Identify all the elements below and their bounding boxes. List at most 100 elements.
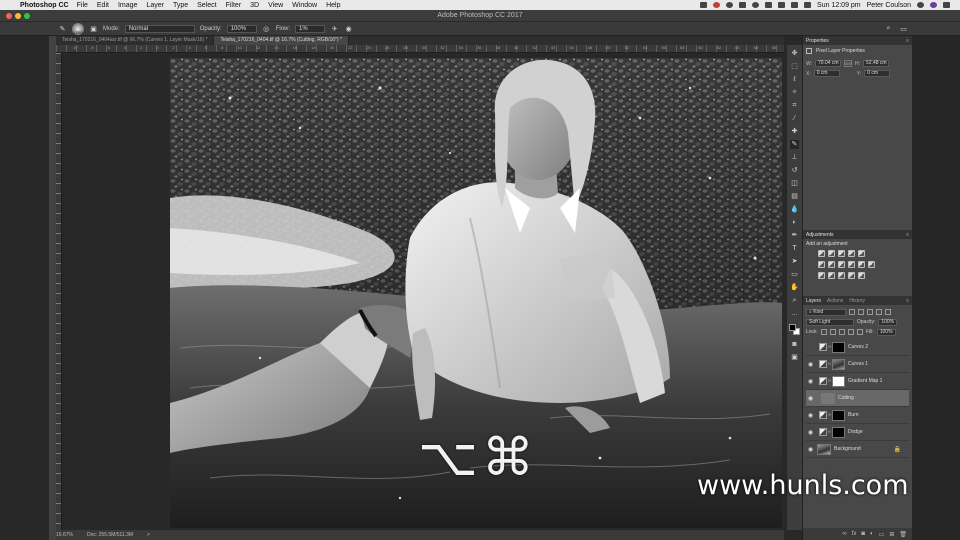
layer-mask-thumb[interactable] bbox=[832, 375, 845, 387]
eye-icon[interactable]: ◉ bbox=[806, 412, 815, 419]
color-balance-icon[interactable] bbox=[828, 261, 835, 268]
threshold-icon[interactable] bbox=[838, 272, 845, 279]
eyedropper-tool-icon[interactable]: ⁄ bbox=[790, 114, 799, 123]
color-lookup-icon[interactable] bbox=[868, 261, 875, 268]
width-field[interactable]: 70.04 cm bbox=[815, 60, 842, 67]
dropbox-icon[interactable] bbox=[739, 2, 747, 8]
layer-opacity-field[interactable]: 100% bbox=[878, 318, 898, 326]
time-machine-icon[interactable] bbox=[752, 2, 760, 8]
lock-image-icon[interactable] bbox=[829, 329, 836, 335]
curves-icon[interactable] bbox=[838, 250, 845, 257]
x-field[interactable]: 0 cm bbox=[813, 70, 840, 77]
menu-type[interactable]: Type bbox=[173, 2, 188, 9]
airbrush-icon[interactable]: ✈ bbox=[330, 24, 339, 33]
channel-mixer-icon[interactable] bbox=[858, 261, 865, 268]
background-thumb[interactable] bbox=[817, 443, 831, 455]
screen-icon[interactable] bbox=[700, 2, 708, 8]
layer-kind-filter[interactable]: ⌕ Kind bbox=[806, 308, 846, 316]
layer-name[interactable]: Burn bbox=[848, 412, 909, 418]
new-layer-icon[interactable]: ⊞ bbox=[889, 531, 894, 538]
photo-filter-icon[interactable] bbox=[848, 261, 855, 268]
fullscreen-window-button[interactable] bbox=[24, 12, 30, 19]
pressure-size-icon[interactable]: ◉ bbox=[344, 24, 353, 33]
record-icon[interactable] bbox=[713, 2, 721, 8]
more-tools-icon[interactable]: … bbox=[790, 309, 799, 318]
menu-image[interactable]: Image bbox=[118, 2, 137, 9]
layer-name[interactable]: Dodge bbox=[848, 429, 909, 435]
siri-icon[interactable] bbox=[930, 2, 937, 8]
type-tool-icon[interactable]: T bbox=[790, 244, 799, 253]
menu-edit[interactable]: Edit bbox=[97, 2, 109, 9]
minimize-window-button[interactable] bbox=[15, 12, 21, 19]
lock-icon[interactable]: 🔒 bbox=[894, 446, 909, 453]
selective-color-icon[interactable] bbox=[858, 272, 865, 279]
lasso-tool-icon[interactable]: ℓ bbox=[790, 75, 799, 84]
search-icon[interactable]: ⌕ bbox=[884, 24, 893, 33]
pressure-opacity-icon[interactable]: ◎ bbox=[262, 24, 271, 33]
lock-transparent-icon[interactable] bbox=[820, 329, 827, 335]
menu-layer[interactable]: Layer bbox=[146, 2, 164, 9]
flow-field[interactable]: 1% bbox=[295, 24, 326, 33]
layer-burn[interactable]: ◉ ∞ Burn bbox=[806, 407, 909, 424]
new-adjustment-icon[interactable]: ◐ bbox=[870, 531, 874, 537]
bluetooth-icon[interactable] bbox=[765, 2, 773, 8]
blur-tool-icon[interactable]: 💧 bbox=[790, 205, 799, 214]
gradient-tool-icon[interactable]: ▤ bbox=[790, 192, 799, 201]
spotlight-search-icon[interactable] bbox=[917, 2, 924, 8]
eraser-tool-icon[interactable]: ◫ bbox=[790, 179, 799, 188]
filter-pixel-icon[interactable] bbox=[849, 309, 855, 315]
blend-mode-select[interactable]: Soft Light bbox=[806, 318, 854, 326]
layer-mask-thumb[interactable] bbox=[832, 426, 845, 438]
menu-select[interactable]: Select bbox=[197, 2, 216, 9]
layer-name[interactable]: Curves 2 bbox=[848, 344, 909, 350]
shape-tool-icon[interactable]: ▭ bbox=[790, 270, 799, 279]
screen-mode-icon[interactable]: ▣ bbox=[790, 353, 799, 362]
tab-document-1[interactable]: Teisha_170216_0404acr.tif @ 66.7% (Curve… bbox=[56, 36, 215, 45]
menu-window[interactable]: Window bbox=[292, 2, 317, 9]
brush-tool-preset-icon[interactable]: ✎ bbox=[58, 24, 67, 33]
brush-tool-icon[interactable]: ✎ bbox=[790, 140, 799, 149]
lock-all-icon[interactable] bbox=[856, 329, 863, 335]
foreground-color-swatch[interactable] bbox=[788, 324, 796, 331]
brush-size-picker[interactable]: 1200 bbox=[72, 22, 84, 35]
layer-mask-thumb[interactable] bbox=[832, 358, 845, 370]
history-brush-tool-icon[interactable]: ↺ bbox=[790, 166, 799, 175]
invert-icon[interactable] bbox=[818, 272, 825, 279]
quick-mask-icon[interactable]: ◙ bbox=[790, 340, 799, 349]
tab-actions[interactable]: Actions bbox=[827, 298, 843, 304]
filter-type-icon[interactable] bbox=[867, 309, 873, 315]
black-white-icon[interactable] bbox=[838, 261, 845, 268]
menu-user[interactable]: Peter Coulson bbox=[867, 2, 911, 9]
path-select-tool-icon[interactable]: ➤ bbox=[790, 257, 799, 266]
app-menu[interactable]: Photoshop CC bbox=[20, 2, 69, 9]
status-menu-arrow[interactable]: > bbox=[147, 532, 150, 538]
add-mask-icon[interactable]: ◙ bbox=[861, 531, 865, 537]
layer-name[interactable]: Cutting bbox=[838, 395, 909, 401]
menu-filter[interactable]: Filter bbox=[226, 2, 242, 9]
volume-icon[interactable] bbox=[791, 2, 799, 8]
tab-history[interactable]: History bbox=[849, 298, 865, 304]
layer-cutting[interactable]: ◉ Cutting bbox=[806, 390, 909, 407]
zoom-level[interactable]: 16.67% bbox=[56, 532, 73, 538]
layer-name[interactable]: Background bbox=[834, 446, 894, 452]
mode-select[interactable]: Normal bbox=[124, 24, 195, 33]
layer-mask-thumb[interactable] bbox=[832, 341, 845, 353]
lock-artboard-icon[interactable] bbox=[847, 329, 854, 335]
adjustments-tab[interactable]: Adjustments bbox=[806, 232, 834, 238]
exposure-icon[interactable] bbox=[848, 250, 855, 257]
delete-layer-icon[interactable]: 🗑 bbox=[899, 531, 907, 538]
menu-clock[interactable]: Sun 12:09 pm bbox=[817, 2, 861, 9]
clone-stamp-tool-icon[interactable]: ⊥ bbox=[790, 153, 799, 162]
properties-tab[interactable]: Properties bbox=[806, 38, 829, 44]
zoom-tool-icon[interactable]: ⌕ bbox=[790, 296, 799, 305]
layer-dodge[interactable]: ◉ ∞ Dodge bbox=[806, 424, 909, 441]
menu-file[interactable]: File bbox=[77, 2, 88, 9]
opacity-field[interactable]: 100% bbox=[226, 24, 257, 33]
quick-select-tool-icon[interactable]: ✧ bbox=[790, 88, 799, 97]
pen-tool-icon[interactable]: ✒ bbox=[790, 231, 799, 240]
layer-background[interactable]: ◉ Background 🔒 bbox=[806, 441, 909, 458]
tab-layers[interactable]: Layers bbox=[806, 298, 821, 304]
lock-position-icon[interactable] bbox=[838, 329, 845, 335]
dodge-tool-icon[interactable]: ◐ bbox=[790, 218, 799, 227]
layer-gradient-map-1[interactable]: ◉ ∞ Gradient Map 1 bbox=[806, 373, 909, 390]
